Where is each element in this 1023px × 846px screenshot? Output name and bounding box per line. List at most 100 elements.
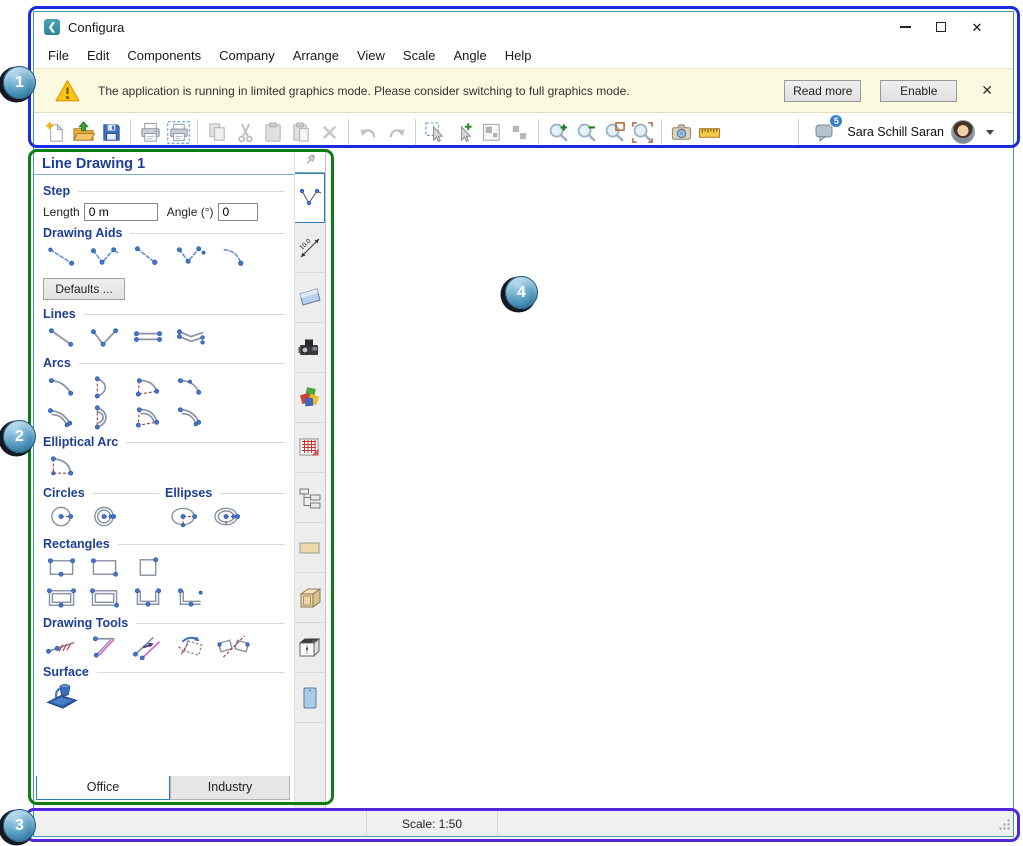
- resize-grip[interactable]: [998, 818, 1011, 834]
- new-document-icon[interactable]: [41, 118, 69, 147]
- circles-ellipses-row: Circles Ellipses: [43, 481, 285, 532]
- zoom-extents-icon[interactable]: [628, 118, 656, 147]
- select-icon[interactable]: [421, 118, 449, 147]
- u-shape-icon[interactable]: [129, 583, 166, 611]
- cut-icon: [231, 118, 259, 147]
- drawing-canvas[interactable]: [326, 151, 1013, 810]
- arc-icon[interactable]: [43, 372, 80, 400]
- menu-item-file[interactable]: File: [39, 44, 78, 67]
- double-line-icon[interactable]: [129, 323, 166, 351]
- arc-chord-icon[interactable]: [86, 372, 123, 400]
- aid-line-icon[interactable]: [43, 242, 80, 270]
- menu-item-components[interactable]: Components: [118, 44, 210, 67]
- section-label: Step: [43, 184, 70, 198]
- rectangle-icon[interactable]: [86, 553, 123, 581]
- l-shape-icon[interactable]: [172, 583, 209, 611]
- aid-polyline-end-icon[interactable]: [172, 242, 209, 270]
- double-polyline-icon[interactable]: [172, 323, 209, 351]
- minimize-button[interactable]: [887, 13, 923, 41]
- elliptical-arc-icon[interactable]: [43, 451, 80, 479]
- maximize-button[interactable]: [923, 13, 959, 41]
- structure-tab-icon[interactable]: [295, 473, 325, 523]
- panel-pin-button[interactable]: [295, 151, 325, 173]
- user-menu-button[interactable]: [982, 126, 998, 139]
- save-icon[interactable]: [97, 118, 125, 147]
- toolbar-separator: [798, 119, 799, 145]
- callout-4: 4: [505, 276, 538, 309]
- menu-item-help[interactable]: Help: [496, 44, 541, 67]
- drawing-aids-grid: [43, 242, 285, 270]
- menu-item-view[interactable]: View: [348, 44, 394, 67]
- tool-row: [43, 502, 159, 530]
- arc-sweep-icon[interactable]: [172, 372, 209, 400]
- camera-tab-icon[interactable]: [295, 323, 325, 373]
- snapshot-icon[interactable]: [667, 118, 695, 147]
- close-button[interactable]: ✕: [959, 13, 995, 41]
- arc-center-icon[interactable]: [129, 372, 166, 400]
- offset-line-icon[interactable]: [129, 632, 166, 660]
- print-selection-icon[interactable]: [164, 118, 192, 147]
- aid-arc-icon[interactable]: [215, 242, 252, 270]
- avatar[interactable]: [951, 120, 975, 144]
- aid-line-end-icon[interactable]: [129, 242, 166, 270]
- double-rectangle-inner-icon[interactable]: [86, 583, 123, 611]
- menu-item-scale[interactable]: Scale: [394, 44, 445, 67]
- ellipse-icon[interactable]: [165, 502, 202, 530]
- open-icon[interactable]: [69, 118, 97, 147]
- menu-item-edit[interactable]: Edit: [78, 44, 118, 67]
- zoom-in-icon[interactable]: [544, 118, 572, 147]
- menu-item-arrange[interactable]: Arrange: [284, 44, 348, 67]
- hatch-line-icon[interactable]: [43, 632, 80, 660]
- print-icon[interactable]: [136, 118, 164, 147]
- read-more-button[interactable]: Read more: [784, 80, 861, 102]
- aid-polyline-icon[interactable]: [86, 242, 123, 270]
- section-step: Step: [43, 184, 285, 198]
- surface-fill-icon[interactable]: [43, 681, 80, 709]
- enable-button[interactable]: Enable: [880, 80, 957, 102]
- line-icon[interactable]: [43, 323, 80, 351]
- appliance-tab-icon[interactable]: [295, 623, 325, 673]
- circle-icon[interactable]: [43, 502, 80, 530]
- rotate-shape-icon[interactable]: [172, 632, 209, 660]
- section-label: Lines: [43, 307, 76, 321]
- messages-button[interactable]: 5: [814, 120, 838, 144]
- door-tab-icon[interactable]: [295, 673, 325, 723]
- tab-office[interactable]: Office: [36, 776, 170, 800]
- worktop-tab-icon[interactable]: [295, 523, 325, 573]
- double-ellipse-icon[interactable]: [208, 502, 245, 530]
- cabinet-tab-icon[interactable]: [295, 573, 325, 623]
- defaults-button[interactable]: Defaults ...: [43, 278, 125, 300]
- zoom-window-icon[interactable]: [600, 118, 628, 147]
- measure-icon[interactable]: [695, 118, 723, 147]
- select-add-icon[interactable]: [449, 118, 477, 147]
- length-field[interactable]: [84, 203, 158, 221]
- double-arc-center-icon[interactable]: [129, 402, 166, 430]
- panel-tab-icon[interactable]: [295, 273, 325, 323]
- menu-item-angle[interactable]: Angle: [444, 44, 495, 67]
- angle-line-icon[interactable]: [86, 632, 123, 660]
- mirror-shape-icon[interactable]: [215, 632, 252, 660]
- rectangle-3pt-icon[interactable]: [43, 553, 80, 581]
- double-arc-icon[interactable]: [43, 402, 80, 430]
- dimension-tab-icon[interactable]: 10.0: [295, 223, 325, 273]
- divider: [97, 672, 285, 673]
- polyline-icon[interactable]: [86, 323, 123, 351]
- divider: [118, 544, 285, 545]
- window-title: Configura: [68, 20, 124, 35]
- tab-industry[interactable]: Industry: [170, 776, 290, 800]
- line-drawing-tab-icon[interactable]: [295, 173, 325, 223]
- menu-item-company[interactable]: Company: [210, 44, 284, 67]
- notification-close-icon[interactable]: ✕: [973, 80, 1001, 101]
- pin-icon: [303, 152, 318, 172]
- zoom-out-icon[interactable]: [572, 118, 600, 147]
- materials-tab-icon[interactable]: [295, 373, 325, 423]
- square-icon[interactable]: [129, 553, 166, 581]
- double-circle-icon[interactable]: [86, 502, 123, 530]
- double-arc-chord-icon[interactable]: [86, 402, 123, 430]
- schedule-tab-icon[interactable]: [295, 423, 325, 473]
- angle-field[interactable]: [218, 203, 258, 221]
- subsection-ellipses: Ellipses: [159, 481, 285, 532]
- double-arc-sweep-icon[interactable]: [172, 402, 209, 430]
- double-rectangle-icon[interactable]: [43, 583, 80, 611]
- subsection-circles: Circles: [43, 481, 159, 532]
